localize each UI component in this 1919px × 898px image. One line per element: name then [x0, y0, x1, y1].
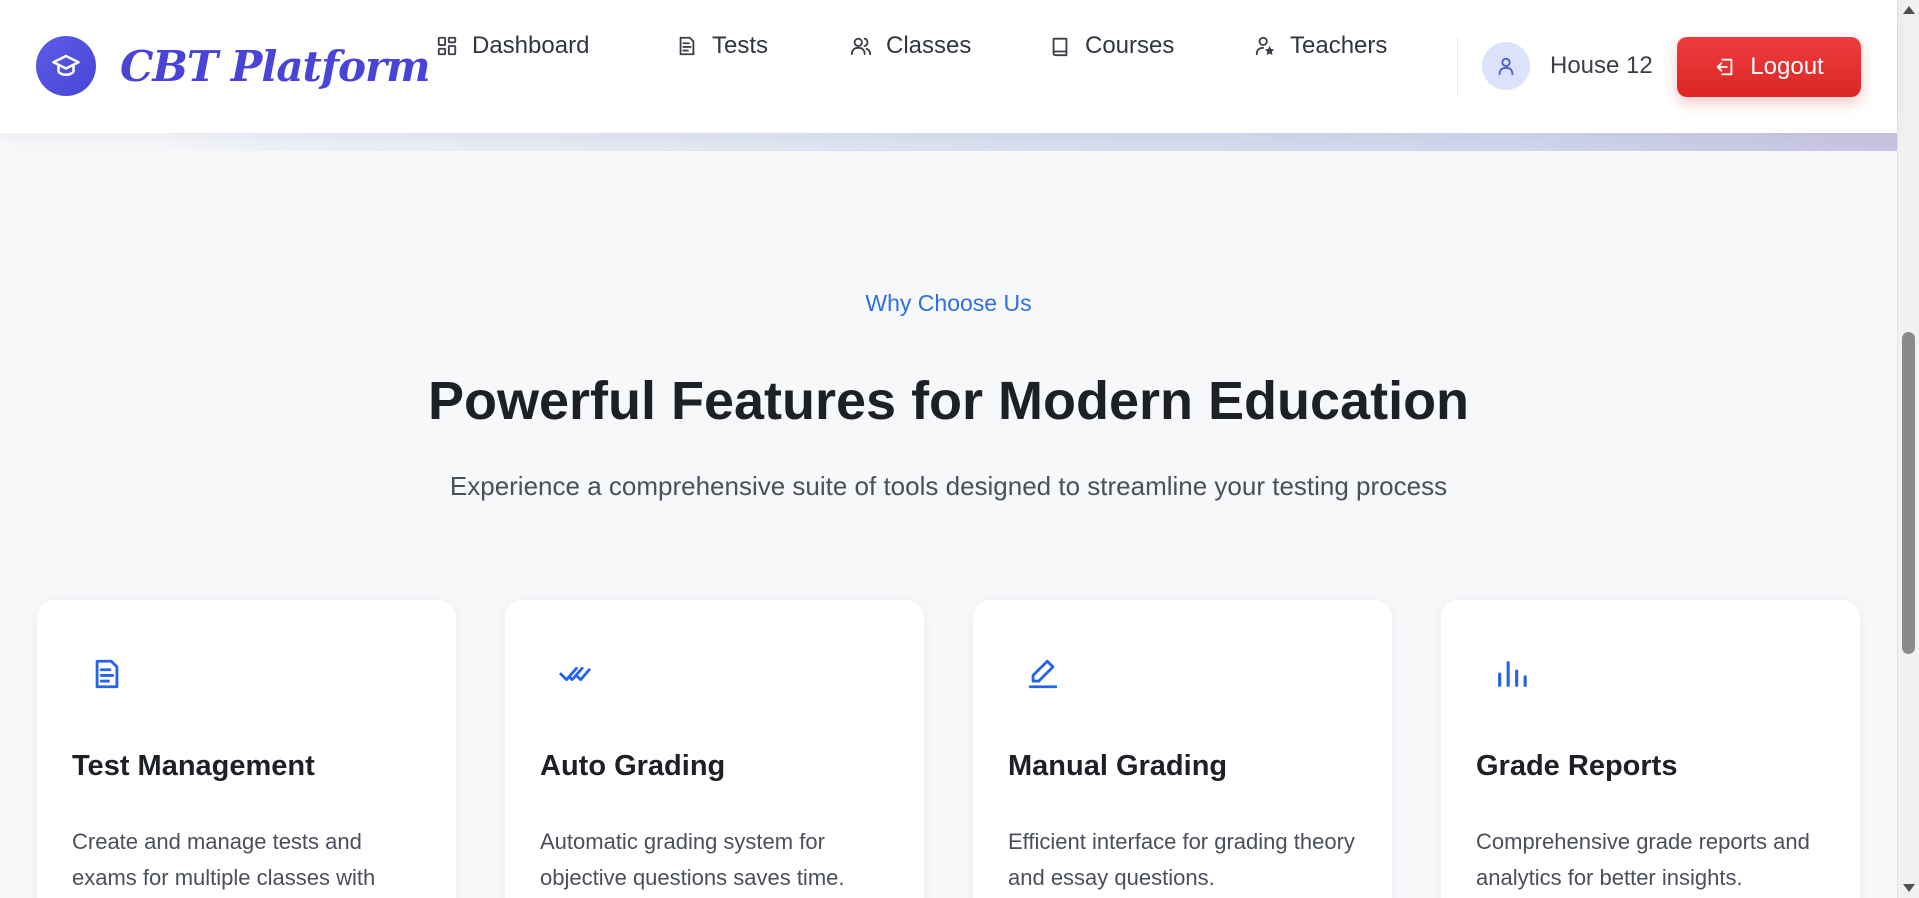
feature-card-desc: Automatic grading system for objective q… [540, 829, 845, 890]
users-icon [850, 35, 872, 57]
feature-card-desc: Comprehensive grade reports and analytic… [1476, 829, 1810, 890]
feature-card-title: Manual Grading [1008, 750, 1228, 782]
user-star-icon [1254, 35, 1276, 57]
section-subtitle: Experience a comprehensive suite of tool… [449, 471, 1448, 501]
feature-card-auto-grading: Auto Grading Automatic grading system fo… [505, 600, 924, 898]
scroll-down-icon[interactable] [1903, 884, 1915, 892]
feature-card-title: Test Management [72, 750, 315, 782]
scrollbar-thumb[interactable] [1902, 332, 1915, 654]
nav-divider [1457, 38, 1458, 96]
page-scrollbar[interactable] [1897, 0, 1919, 898]
feature-card-manual-grading: Manual Grading Efficient interface for g… [973, 600, 1392, 898]
brand-logo[interactable]: CBT Platform [36, 36, 431, 96]
book-icon [1049, 35, 1071, 57]
nav-item-label: Dashboard [472, 32, 590, 59]
nav-item-label: Tests [712, 32, 769, 59]
document-icon [676, 35, 698, 57]
top-navbar: CBT Platform Dashboard Tests Classes Cou… [0, 0, 1897, 133]
pencil-icon [1026, 657, 1060, 691]
nav-item-tests[interactable]: Tests [676, 24, 768, 68]
feature-card-test-management: Test Management Create and manage tests … [37, 600, 456, 898]
feature-card-desc: Create and manage tests and exams for mu… [72, 829, 376, 890]
double-check-icon [558, 657, 592, 691]
scroll-up-icon[interactable] [1903, 6, 1915, 14]
nav-item-label: Classes [886, 32, 972, 59]
feature-card-title: Grade Reports [1476, 750, 1678, 782]
graduation-cap-icon [36, 36, 96, 96]
nav-item-label: Courses [1085, 32, 1175, 59]
nav-item-teachers[interactable]: Teachers [1254, 24, 1387, 68]
section-eyebrow: Why Choose Us [865, 290, 1032, 316]
brand-name[interactable]: CBT Platform [120, 42, 431, 91]
nav-item-label: Teachers [1290, 32, 1388, 59]
logout-label: Logout [1750, 53, 1824, 80]
user-name: House 12 [1550, 52, 1653, 79]
section-title: Powerful Features for Modern Education [427, 371, 1470, 431]
user-menu[interactable]: House 12 [1482, 42, 1653, 90]
user-icon [1482, 42, 1530, 90]
feature-card-grade-reports: Grade Reports Comprehensive grade report… [1441, 600, 1860, 898]
grid-icon [436, 35, 458, 57]
logout-icon [1714, 56, 1736, 78]
bar-chart-icon [1494, 657, 1528, 691]
nav-item-courses[interactable]: Courses [1049, 24, 1174, 68]
hero-bottom-edge [0, 133, 1897, 151]
nav-item-dashboard[interactable]: Dashboard [436, 24, 589, 68]
nav-item-classes[interactable]: Classes [850, 24, 971, 68]
logout-button[interactable]: Logout [1677, 37, 1861, 97]
feature-card-desc: Efficient interface for grading theory a… [1008, 829, 1355, 890]
feature-card-title: Auto Grading [540, 750, 726, 782]
file-list-icon [90, 657, 124, 691]
